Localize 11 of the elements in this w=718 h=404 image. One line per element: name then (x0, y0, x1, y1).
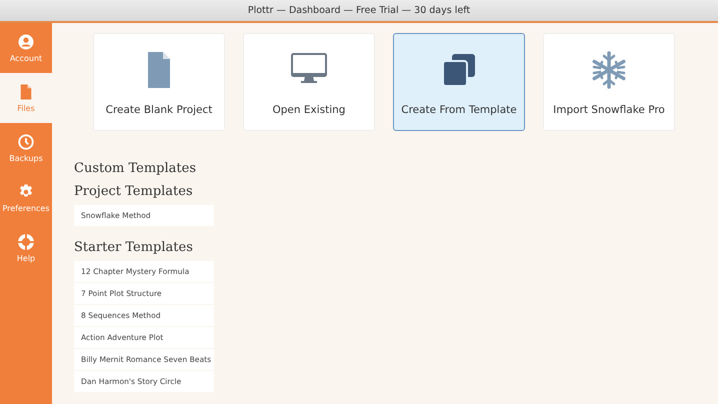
section-heading: Custom Templates (74, 161, 198, 176)
section-heading: Starter Templates (74, 240, 194, 255)
window-title: Plottr — Dashboard — Free Trial — 30 days left (248, 5, 470, 16)
lifebuoy-icon (17, 233, 35, 251)
action-card[interactable]: Open Existing (243, 33, 375, 131)
clock-icon (17, 133, 35, 151)
action-card[interactable]: Create Blank Project (93, 33, 225, 131)
action-card[interactable]: Import Snowflake Pro (543, 33, 675, 131)
person-icon (17, 33, 35, 51)
section-heading: Project Templates (74, 184, 194, 199)
action-card[interactable]: Create From Template (393, 33, 525, 131)
